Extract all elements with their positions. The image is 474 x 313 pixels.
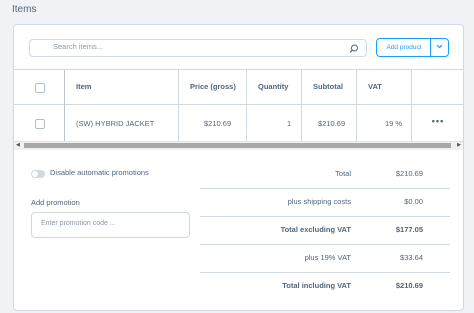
summary-value: $210.69 xyxy=(395,169,423,178)
column-header-item[interactable]: Item xyxy=(76,70,91,104)
column-divider xyxy=(301,70,302,142)
items-table: Item Price (gross) Quantity Subtotal VAT… xyxy=(14,69,463,142)
summary-value: $33.64 xyxy=(400,253,423,262)
cell-vat: 19 % xyxy=(385,119,403,128)
column-header-price[interactable]: Price (gross) xyxy=(190,70,236,104)
cell-price: $210.69 xyxy=(204,119,232,128)
summary-label: plus 19% VAT xyxy=(304,253,351,262)
scroll-right-icon[interactable]: ▶ xyxy=(455,142,461,149)
search-input[interactable]: Search items... xyxy=(29,39,367,57)
summary-value: $177.05 xyxy=(395,225,423,234)
more-actions-icon[interactable]: ••• xyxy=(431,105,445,142)
table-header: Item Price (gross) Quantity Subtotal VAT xyxy=(14,70,463,105)
promotion-code-input[interactable]: Enter promotion code ... xyxy=(31,212,190,238)
column-header-subtotal[interactable]: Subtotal xyxy=(313,70,343,104)
add-product-dropdown-toggle[interactable] xyxy=(430,38,449,57)
disable-promotions-toggle[interactable] xyxy=(31,170,45,178)
row-checkbox[interactable] xyxy=(35,119,45,129)
summary-row-vat: plus 19% VAT $33.64 xyxy=(200,244,450,273)
summary-label: Total including VAT xyxy=(282,281,351,290)
column-divider xyxy=(246,70,247,142)
summary-row-total-incl-vat: Total including VAT $210.69 xyxy=(200,272,450,300)
summary-label: plus shipping costs xyxy=(287,197,351,206)
cell-item: (SW) HYBRID JACKET xyxy=(76,119,155,128)
summary-label: Total xyxy=(335,169,351,178)
summary-value: $0.00 xyxy=(404,197,423,206)
cell-subtotal: $210.69 xyxy=(318,119,346,128)
select-all-checkbox[interactable] xyxy=(35,83,45,93)
column-divider xyxy=(64,70,65,142)
promotion-code-placeholder: Enter promotion code ... xyxy=(41,220,116,227)
column-divider xyxy=(356,70,357,142)
column-header-vat[interactable]: VAT xyxy=(368,70,382,104)
summary-row-total: Total $210.69 xyxy=(200,160,450,189)
column-header-quantity[interactable]: Quantity xyxy=(258,70,288,104)
scroll-left-icon[interactable]: ◀ xyxy=(16,142,22,149)
summary-row-total-excl-vat: Total excluding VAT $177.05 xyxy=(200,216,450,245)
summary-value: $210.69 xyxy=(395,281,423,290)
horizontal-scrollbar[interactable]: ◀ ▶ xyxy=(14,141,463,150)
items-card: Search items... Add product Item Price (… xyxy=(13,24,464,311)
add-promotion-label: Add promotion xyxy=(31,198,80,207)
column-divider xyxy=(178,70,179,142)
cell-quantity: 1 xyxy=(287,119,292,128)
scrollbar-thumb[interactable] xyxy=(24,143,451,148)
summary-row-shipping: plus shipping costs $0.00 xyxy=(200,188,450,217)
search-icon[interactable] xyxy=(348,42,360,54)
add-product-button[interactable]: Add product xyxy=(376,38,432,57)
items-toolbar: Search items... Add product xyxy=(14,25,463,69)
disable-promotions-label: Disable automatic promotions xyxy=(50,168,149,177)
summary-label: Total excluding VAT xyxy=(280,225,351,234)
section-title: Items xyxy=(12,4,37,15)
table-row[interactable]: (SW) HYBRID JACKET $210.69 1 $210.69 19 … xyxy=(14,105,463,142)
search-placeholder: Search items... xyxy=(53,42,104,51)
column-divider xyxy=(411,70,412,142)
toggle-knob xyxy=(32,171,38,177)
chevron-down-icon xyxy=(436,44,443,49)
